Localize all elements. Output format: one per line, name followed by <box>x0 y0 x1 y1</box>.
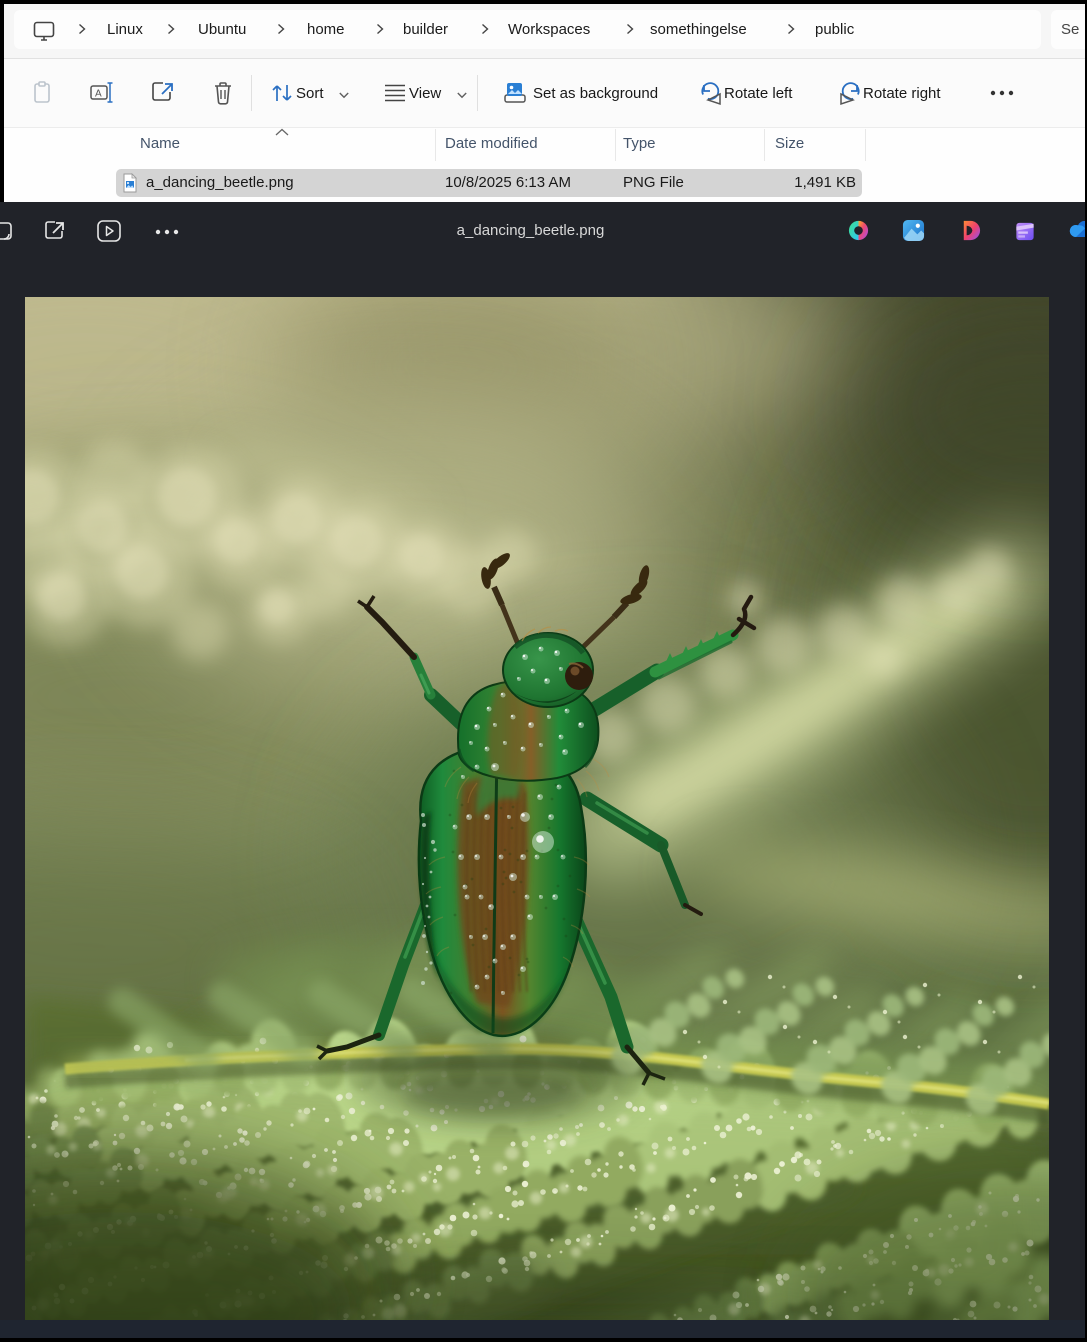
svg-text:A: A <box>95 89 102 100</box>
